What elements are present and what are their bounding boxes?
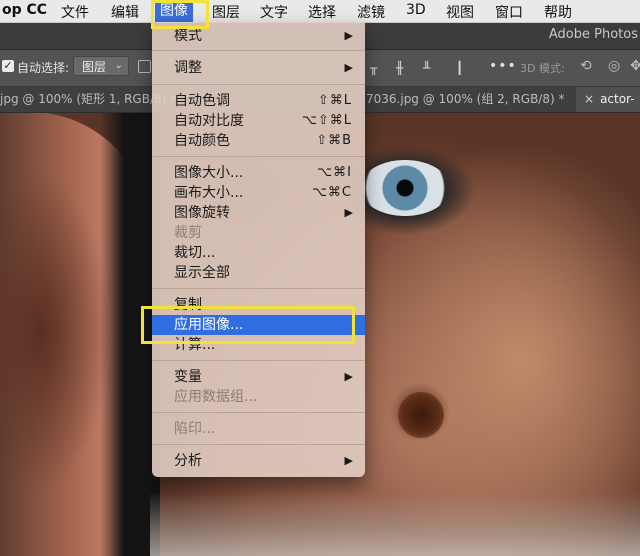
- menu-item-label: 裁剪: [174, 225, 202, 241]
- align-vertical-center-icon[interactable]: ╫: [396, 62, 410, 74]
- menu-item-apply-image[interactable]: 应用图像...: [152, 315, 365, 335]
- 3d-pan-icon[interactable]: ✥: [630, 58, 640, 74]
- menu-item-label: 自动对比度: [174, 113, 244, 129]
- menu-separator: [152, 288, 365, 289]
- menu-separator: [152, 444, 365, 445]
- menu-help[interactable]: 帮助: [544, 2, 572, 22]
- document-tab-3-label: actor-: [600, 92, 635, 106]
- align-bottom-icon[interactable]: ╨: [423, 62, 437, 74]
- menu-item-shortcut: ⌥⌘I: [317, 165, 352, 180]
- submenu-arrow-icon: ▶: [344, 29, 353, 42]
- menu-type[interactable]: 文字: [260, 2, 288, 22]
- menu-filter[interactable]: 滤镜: [357, 2, 385, 22]
- menu-item-mode[interactable]: 模式 ▶: [152, 26, 365, 46]
- menu-item-shortcut: ⌥⌘C: [311, 185, 352, 200]
- auto-select-label: 自动选择:: [17, 61, 70, 75]
- close-icon[interactable]: ×: [584, 92, 594, 106]
- menu-item-trim[interactable]: 裁切...: [152, 243, 365, 263]
- menu-item-apply-data-set: 应用数据组...: [152, 387, 365, 407]
- menu-item-variables[interactable]: 变量 ▶: [152, 367, 365, 387]
- menu-item-shortcut: ⌥⇧⌘L: [301, 113, 352, 128]
- menu-separator: [152, 50, 365, 51]
- menu-window[interactable]: 窗口: [495, 2, 523, 22]
- menu-item-shortcut: ⇧⌘L: [317, 93, 352, 108]
- menu-item-label: 裁切...: [174, 245, 216, 261]
- menu-3d[interactable]: 3D: [406, 2, 426, 18]
- menu-file[interactable]: 文件: [61, 2, 89, 22]
- menu-item-duplicate[interactable]: 复制...: [152, 295, 365, 315]
- menu-layer[interactable]: 图层: [212, 2, 240, 22]
- 3d-roll-icon[interactable]: ◎: [608, 58, 620, 74]
- auto-select-target-dropdown[interactable]: 图层 ⌄: [73, 56, 129, 76]
- document-tab-2[interactable]: 7036.jpg @ 100% (组 2, RGB/8) *: [366, 87, 564, 112]
- menu-item-label: 应用数据组...: [174, 389, 258, 405]
- app-title: Adobe Photos: [548, 27, 638, 42]
- menu-item-label: 计算...: [174, 337, 216, 353]
- menu-separator: [152, 412, 365, 413]
- menu-separator: [152, 360, 365, 361]
- more-horizontal-icon[interactable]: •••: [489, 58, 517, 74]
- submenu-arrow-icon: ▶: [344, 61, 353, 74]
- submenu-arrow-icon: ▶: [344, 206, 353, 219]
- menu-item-analysis[interactable]: 分析 ▶: [152, 451, 365, 471]
- menu-item-label: 图像大小...: [174, 165, 244, 181]
- transform-controls-checkbox[interactable]: [138, 60, 151, 73]
- menu-item-label: 调整: [174, 60, 202, 76]
- 3d-orbit-icon[interactable]: ⟲: [580, 58, 592, 74]
- menu-item-label: 显示全部: [174, 265, 230, 281]
- menu-item-auto-tone[interactable]: 自动色调 ⇧⌘L: [152, 91, 365, 111]
- menu-edit[interactable]: 编辑: [111, 2, 139, 22]
- menu-item-label: 变量: [174, 369, 202, 385]
- menu-item-label: 陷印...: [174, 421, 216, 437]
- menu-item-crop: 裁剪: [152, 223, 365, 243]
- menu-item-canvas-size[interactable]: 画布大小... ⌥⌘C: [152, 183, 365, 203]
- menu-item-trap: 陷印...: [152, 419, 365, 439]
- macos-menu-bar: op CC 文件 编辑 图像 图层 文字 选择 滤镜 3D 视图 窗口 帮助: [0, 0, 640, 23]
- 3d-mode-label: 3D 模式:: [520, 62, 565, 75]
- menu-item-label: 自动颜色: [174, 133, 230, 149]
- chevron-down-icon: ⌄: [114, 60, 123, 71]
- submenu-arrow-icon: ▶: [344, 454, 353, 467]
- menu-item-label: 图像旋转: [174, 205, 230, 221]
- menu-item-reveal-all[interactable]: 显示全部: [152, 263, 365, 283]
- menu-item-label: 自动色调: [174, 93, 230, 109]
- document-tab-3[interactable]: × actor-: [576, 87, 640, 112]
- menu-select[interactable]: 选择: [308, 2, 336, 22]
- menu-item-label: 应用图像...: [174, 317, 244, 333]
- auto-select-target-value: 图层: [82, 60, 107, 74]
- menu-item-image-rotation[interactable]: 图像旋转 ▶: [152, 203, 365, 223]
- image-menu-dropdown: 模式 ▶ 调整 ▶ 自动色调 ⇧⌘L 自动对比度 ⌥⇧⌘L 自动颜色 ⇧⌘B 图…: [152, 22, 365, 477]
- menu-app-name[interactable]: op CC: [2, 2, 47, 18]
- document-tab-1[interactable]: jpg @ 100% (矩形 1, RGB/8) *: [0, 87, 176, 112]
- photo-skin-mark: [398, 392, 444, 438]
- menu-item-label: 画布大小...: [174, 185, 244, 201]
- align-top-icon[interactable]: ╥: [370, 62, 384, 74]
- distribute-icon[interactable]: ┃: [456, 62, 470, 74]
- menu-separator: [152, 84, 365, 85]
- photo-beard-region: [150, 492, 640, 556]
- menu-separator: [152, 156, 365, 157]
- menu-item-label: 分析: [174, 453, 202, 469]
- menu-item-label: 模式: [174, 28, 202, 44]
- menu-item-auto-color[interactable]: 自动颜色 ⇧⌘B: [152, 131, 365, 151]
- menu-item-image-size[interactable]: 图像大小... ⌥⌘I: [152, 163, 365, 183]
- photo-eye-region: [360, 160, 450, 216]
- menu-item-shortcut: ⇧⌘B: [316, 133, 352, 148]
- menu-image[interactable]: 图像: [155, 0, 193, 22]
- submenu-arrow-icon: ▶: [344, 370, 353, 383]
- photo-shadow-region: [100, 112, 160, 556]
- menu-item-label: 复制...: [174, 297, 216, 313]
- menu-item-adjustments[interactable]: 调整 ▶: [152, 58, 365, 78]
- auto-select-checkbox[interactable]: ✓: [2, 60, 14, 72]
- menu-view[interactable]: 视图: [446, 2, 474, 22]
- menu-item-auto-contrast[interactable]: 自动对比度 ⌥⇧⌘L: [152, 111, 365, 131]
- menu-item-calculations[interactable]: 计算...: [152, 335, 365, 355]
